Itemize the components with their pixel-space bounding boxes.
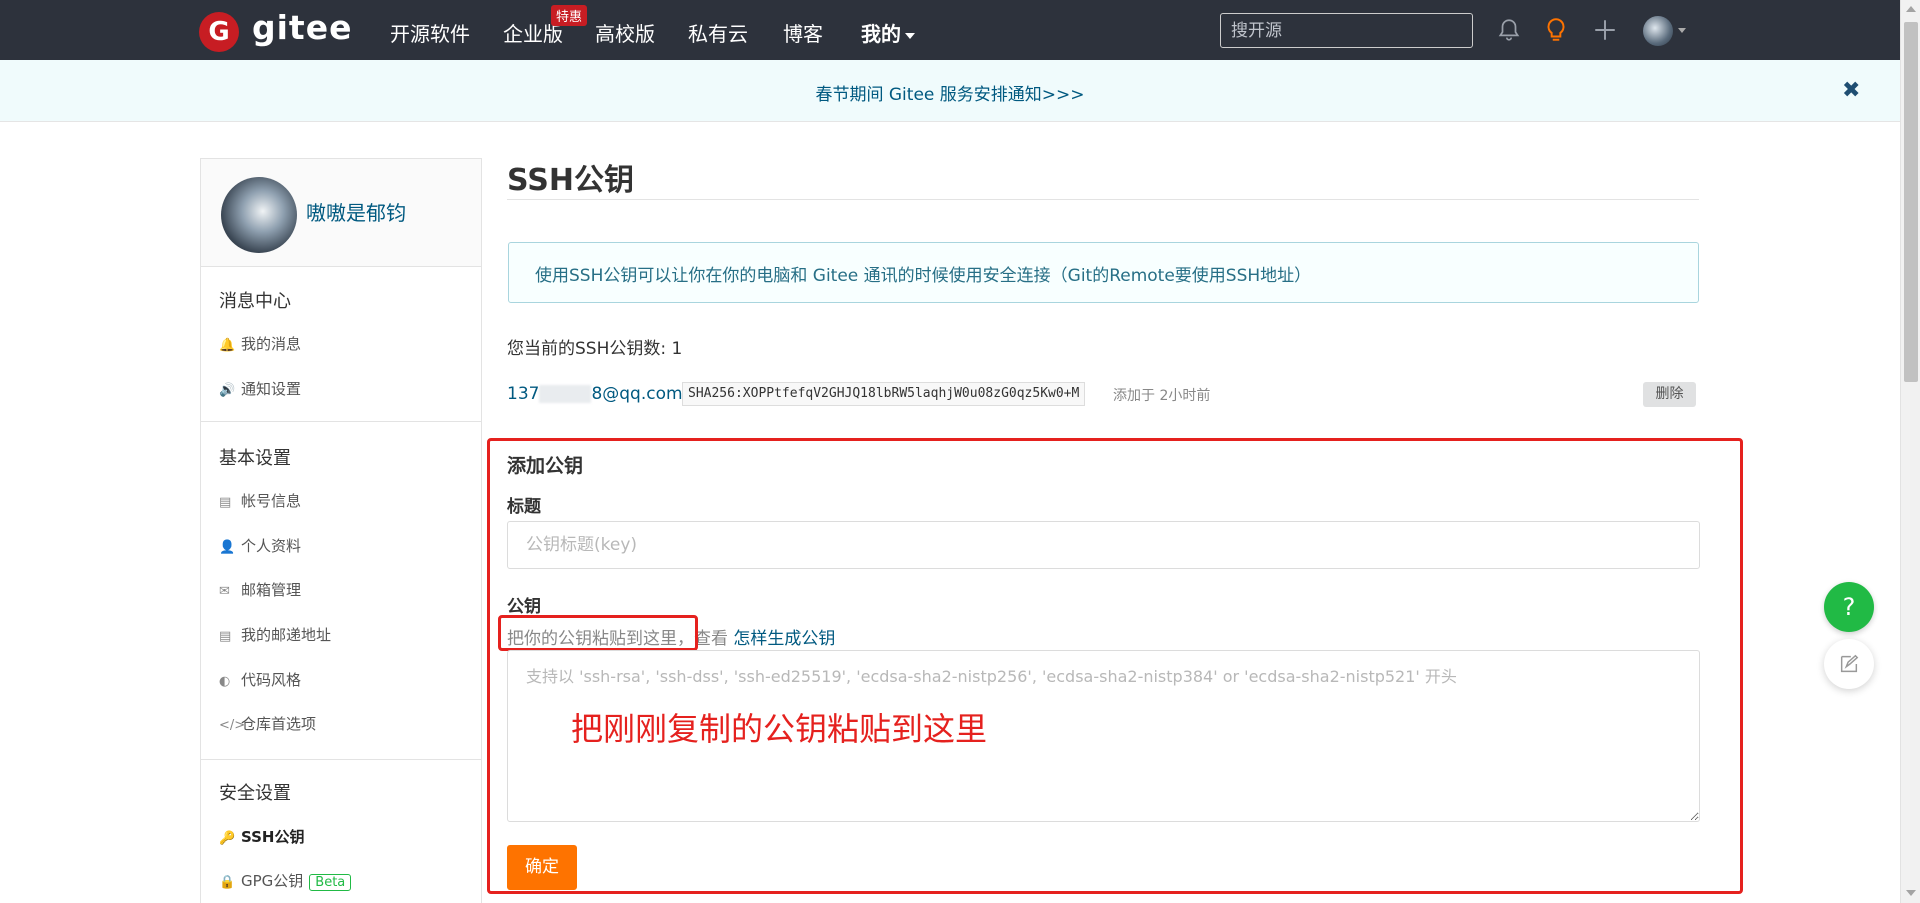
hint-view: 查看 <box>694 629 728 649</box>
search-input[interactable] <box>1220 13 1473 48</box>
nav-education[interactable]: 高校版 <box>595 18 655 47</box>
address-card-icon: ▤ <box>219 629 232 644</box>
title-label: 标题 <box>507 497 541 517</box>
chevron-down-icon[interactable] <box>1678 28 1686 33</box>
sidebar-item-repo-prefs[interactable]: </>仓库首选项 <box>219 713 316 734</box>
sidebar-user-card: 嗷嗷是郁钧 <box>201 159 481 267</box>
chevron-down-icon <box>905 32 915 39</box>
annotation-text: 把刚刚复制的公钥粘贴到这里 <box>571 710 988 748</box>
gitee-logo-icon[interactable]: G <box>199 12 239 52</box>
help-button[interactable]: ? <box>1824 582 1874 632</box>
key-title-link[interactable]: 137 8@qq.com <box>507 384 683 404</box>
sidebar-item-account[interactable]: ▤ 帐号信息 <box>219 490 301 511</box>
how-to-generate-link[interactable]: 怎样生成公钥 <box>733 629 835 649</box>
divider <box>201 759 481 760</box>
settings-sidebar: 嗷嗷是郁钧 消息中心 🔔 我的消息 🔊 通知设置 基本设置 ▤ 帐号信息 👤 个人资料 … <box>200 158 482 903</box>
key-icon: 🔑 <box>219 831 236 846</box>
sidebar-item-ssh-keys[interactable]: 🔑 SSH公钥 <box>219 826 305 847</box>
nav-blog[interactable]: 博客 <box>783 18 823 47</box>
nav-mine[interactable]: 我的 <box>861 18 915 47</box>
delete-button[interactable]: 删除 <box>1643 382 1696 407</box>
section-security-settings: 安全设置 <box>219 783 291 804</box>
sidebar-item-email[interactable]: ✉ 邮箱管理 <box>219 579 301 600</box>
palette-icon: ◐ <box>219 674 231 689</box>
id-card-icon: ▤ <box>219 495 232 510</box>
logo-text[interactable]: gitee <box>252 8 352 47</box>
scroll-down-arrow-icon[interactable] <box>1906 890 1916 896</box>
lightbulb-icon[interactable] <box>1543 17 1569 43</box>
notice-link[interactable]: 春节期间 Gitee 服务安排通知>>> <box>0 80 1900 105</box>
page-title: SSH公钥 <box>507 163 634 198</box>
edit-icon <box>1840 654 1859 673</box>
sidebar-item-label: 个人资料 <box>241 537 302 555</box>
lock-icon: 🔒 <box>219 875 236 890</box>
sidebar-item-label: 代码风格 <box>241 671 302 689</box>
key-fingerprint: SHA256:XOPPtfefqV2GHJQ18lbRW5laqhjW0u08z… <box>682 382 1086 406</box>
avatar[interactable] <box>221 177 297 253</box>
sidebar-item-label: GPG公钥 <box>241 872 304 890</box>
section-basic-settings: 基本设置 <box>219 448 291 469</box>
sidebar-item-profile[interactable]: 👤 个人资料 <box>219 535 301 556</box>
notice-bar: 春节期间 Gitee 服务安排通知>>> ✖ <box>0 60 1900 122</box>
sidebar-item-address[interactable]: ▤ 我的邮递地址 <box>219 624 331 645</box>
info-message: 使用SSH公钥可以让你在你的电脑和 Gitee 通讯的时候使用安全连接（Git的… <box>508 242 1699 303</box>
close-icon[interactable]: ✖ <box>1842 78 1860 103</box>
top-navbar: G gitee 开源软件 企业版 特惠 高校版 私有云 博客 我的 <box>0 0 1900 60</box>
logo-letter: G <box>208 17 230 47</box>
scroll-up-arrow-icon[interactable] <box>1906 6 1916 12</box>
divider <box>507 199 1699 200</box>
sidebar-item-label: 我的邮递地址 <box>241 626 332 644</box>
volume-icon: 🔊 <box>219 383 236 398</box>
beta-badge: Beta <box>309 874 352 891</box>
section-message-center: 消息中心 <box>219 291 291 312</box>
divider <box>201 421 481 422</box>
sidebar-item-label: 帐号信息 <box>241 492 302 510</box>
sidebar-item-code-style[interactable]: ◐ 代码风格 <box>219 669 301 690</box>
sidebar-item-my-messages[interactable]: 🔔 我的消息 <box>219 333 301 354</box>
username-link[interactable]: 嗷嗷是郁钧 <box>306 197 406 226</box>
plus-icon[interactable] <box>1592 17 1618 43</box>
mail-icon: ✉ <box>219 584 230 599</box>
sidebar-item-label: SSH公钥 <box>241 828 305 846</box>
page-scrollbar[interactable] <box>1900 0 1920 903</box>
key-added-time: 添加于 2小时前 <box>1113 388 1211 404</box>
promo-badge: 特惠 <box>551 5 588 26</box>
email-suffix: 8@qq.com <box>591 384 683 404</box>
email-prefix: 137 <box>507 384 540 404</box>
annotation-hint-box <box>498 615 698 651</box>
key-label: 公钥 <box>507 597 541 617</box>
sidebar-item-notification-settings[interactable]: 🔊 通知设置 <box>219 378 301 399</box>
sidebar-item-label: 通知设置 <box>241 380 302 398</box>
add-key-heading: 添加公钥 <box>507 455 584 477</box>
redacted-blur <box>539 385 592 403</box>
sidebar-item-label: 邮箱管理 <box>241 581 302 599</box>
feedback-button[interactable] <box>1824 639 1874 689</box>
key-title-input[interactable] <box>507 521 1700 569</box>
nav-private-cloud[interactable]: 私有云 <box>688 18 748 47</box>
sidebar-item-gpg-keys[interactable]: 🔒 GPG公钥 Beta <box>219 870 352 891</box>
ssh-key-count: 您当前的SSH公钥数: 1 <box>507 339 683 359</box>
user-avatar[interactable] <box>1643 16 1673 46</box>
sidebar-item-label: 我的消息 <box>241 335 302 353</box>
user-icon: 👤 <box>219 540 236 555</box>
code-icon: </> <box>219 718 246 733</box>
bell-icon[interactable] <box>1496 17 1522 43</box>
nav-mine-label: 我的 <box>861 22 901 46</box>
nav-open-source[interactable]: 开源软件 <box>390 18 470 47</box>
bell-icon: 🔔 <box>219 338 236 353</box>
scroll-thumb[interactable] <box>1904 22 1918 382</box>
sidebar-item-label: 仓库首选项 <box>241 715 317 733</box>
confirm-button[interactable]: 确定 <box>507 845 577 890</box>
